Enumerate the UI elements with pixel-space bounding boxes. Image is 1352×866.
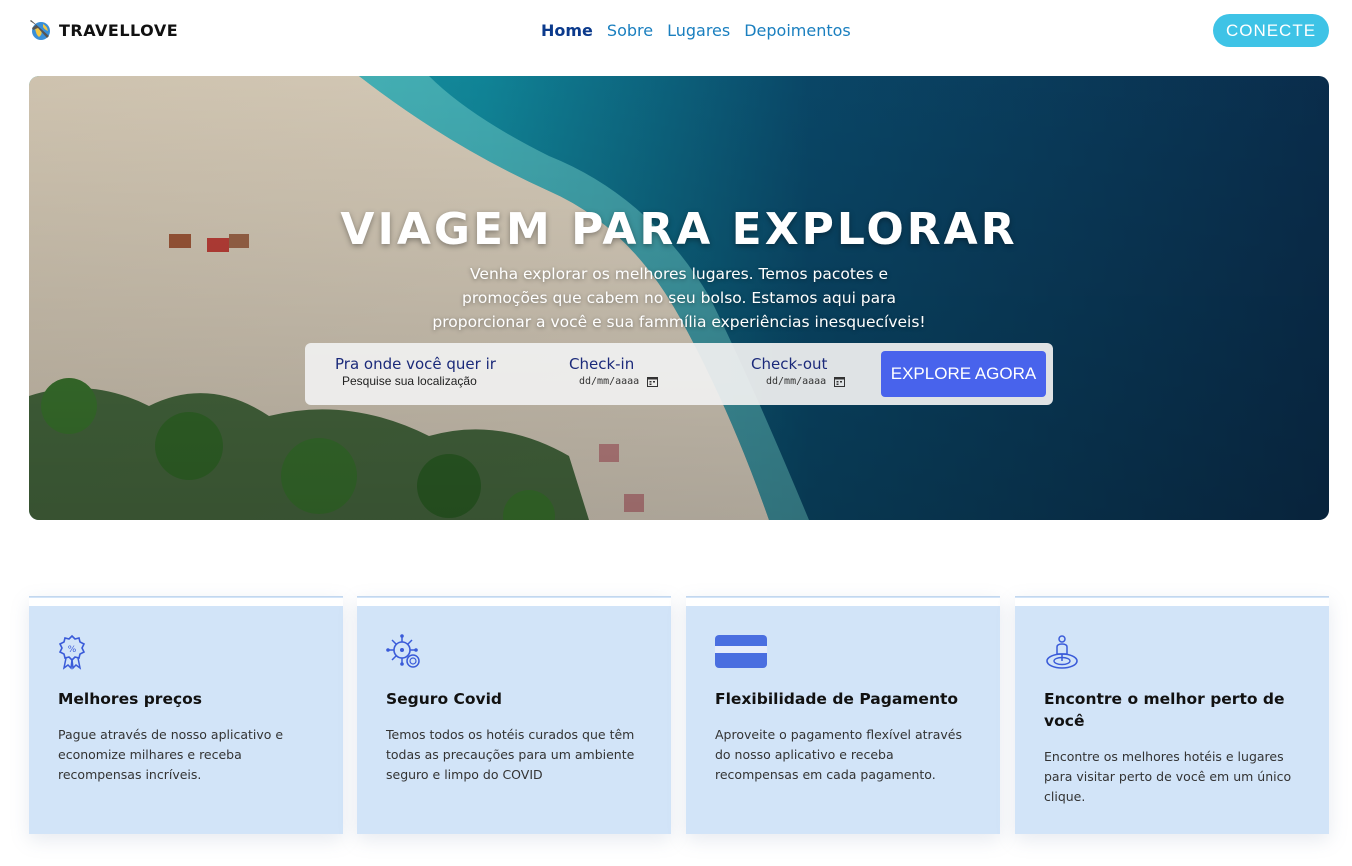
discount-badge-icon: % (58, 634, 86, 670)
card-top-gap (1015, 598, 1329, 606)
svg-text:%: % (68, 645, 77, 655)
feature-title: Melhores preços (58, 690, 203, 708)
main-nav: Home Sobre Lugares Depoimentos (541, 21, 851, 40)
card-top-gap (357, 598, 671, 606)
feature-text: Encontre os melhores hotéis e lugares pa… (1044, 749, 1292, 804)
brand-logo[interactable]: TRAVELLOVE (29, 16, 178, 44)
virus-shield-icon (386, 634, 420, 668)
hero-subtitle: Venha explorar os melhores lugares. Temo… (432, 265, 926, 331)
destination-label: Pra onde você quer ir (335, 355, 496, 373)
hero-banner: VIAGEM PARA EXPLORAR Venha explorar os m… (29, 76, 1329, 520)
feature-card: Seguro Covid Temos todos os hotéis curad… (357, 596, 671, 834)
location-person-icon (1046, 635, 1078, 669)
features-section: % Melhores preços Pague através de nosso… (29, 596, 1329, 834)
feature-title: Seguro Covid (386, 690, 503, 708)
credit-card-icon (715, 635, 767, 668)
checkout-field[interactable]: Check-out dd/mm/aaaa (751, 355, 846, 387)
feature-card: % Melhores preços Pague através de nosso… (29, 596, 343, 834)
nav-link-sobre[interactable]: Sobre (607, 21, 653, 40)
feature-text: Temos todos os hotéis curados que têm to… (386, 727, 635, 782)
navbar: TRAVELLOVE Home Sobre Lugares Depoimento… (0, 0, 1352, 64)
card-top-gap (29, 598, 343, 606)
calendar-icon[interactable] (647, 376, 659, 387)
feature-text: Pague através de nosso aplicativo e econ… (58, 727, 284, 782)
nav-link-home[interactable]: Home (541, 21, 593, 40)
airplane-globe-icon (30, 20, 50, 40)
checkout-label: Check-out (751, 355, 828, 373)
nav-link-depoimentos[interactable]: Depoimentos (744, 21, 851, 40)
feature-title: Flexibilidade de Pagamento (715, 690, 959, 708)
checkout-value: dd/mm/aaaa (766, 376, 827, 387)
feature-text: Aproveite o pagamento flexível através d… (715, 727, 962, 782)
calendar-icon[interactable] (834, 376, 846, 387)
feature-card: Flexibilidade de Pagamento Aproveite o p… (686, 596, 1000, 834)
hero-title: VIAGEM PARA EXPLORAR (340, 204, 1018, 255)
checkin-value: dd/mm/aaaa (579, 376, 640, 387)
explore-button[interactable]: EXPLORE AGORA (881, 351, 1046, 397)
destination-field[interactable]: Pra onde você quer ir Pesquise sua local… (335, 355, 496, 388)
card-top-gap (686, 598, 1000, 606)
nav-link-lugares[interactable]: Lugares (667, 21, 730, 40)
checkin-input[interactable]: dd/mm/aaaa (579, 376, 659, 387)
checkout-input[interactable]: dd/mm/aaaa (766, 376, 846, 387)
destination-input[interactable]: Pesquise sua localização (342, 374, 496, 388)
checkin-label: Check-in (569, 355, 635, 373)
connect-button[interactable]: CONECTE (1213, 14, 1329, 47)
brand-name: TRAVELLOVE (59, 20, 179, 40)
search-bar: Pra onde você quer ir Pesquise sua local… (305, 343, 1053, 405)
feature-card: Encontre o melhor perto de você Encontre… (1015, 596, 1329, 834)
checkin-field[interactable]: Check-in dd/mm/aaaa (569, 355, 659, 387)
feature-title: Encontre o melhor perto de você (1044, 690, 1285, 730)
